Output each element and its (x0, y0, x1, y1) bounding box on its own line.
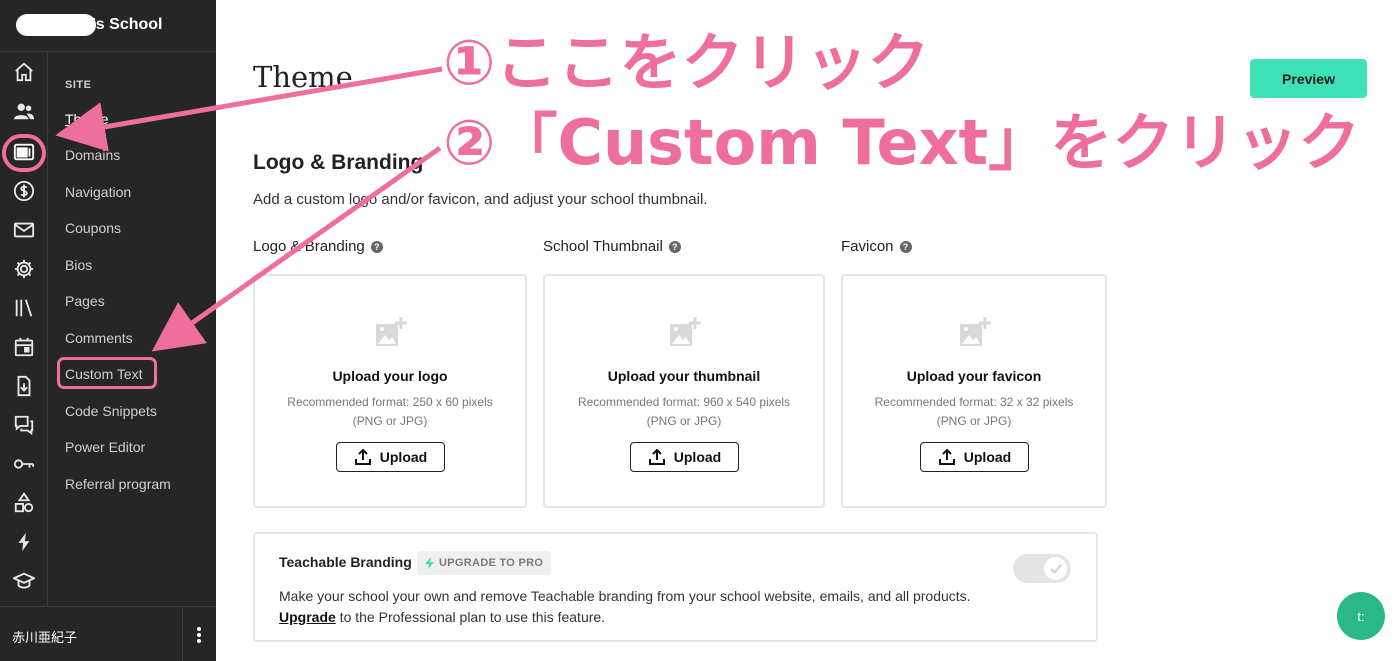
favicon-upload-card: Upload your favicon Recommended format: … (841, 274, 1107, 508)
thumbnail-format-line1: Recommended format: 960 x 540 pixels (577, 395, 791, 409)
teachable-branding-description: Make your school your own and remove Tea… (279, 588, 971, 604)
upgrade-note-text: to the Professional plan to use this fea… (335, 609, 606, 625)
download-icon[interactable] (12, 374, 36, 398)
lightning-icon[interactable] (12, 530, 36, 554)
school-name-redaction (16, 14, 96, 36)
mail-icon[interactable] (12, 218, 36, 242)
site-menu: SITE Theme Domains Navigation Coupons Bi… (48, 52, 216, 606)
logo-branding-label-text: Logo & Branding (253, 238, 365, 255)
graduation-cap-icon[interactable] (12, 569, 36, 593)
toggle-knob (1044, 557, 1067, 580)
thumbnail-upload-card: Upload your thumbnail Recommended format… (543, 274, 825, 508)
upgrade-note: Upgrade to the Professional plan to use … (279, 609, 605, 625)
favicon-card-format: Recommended format: 32 x 32 pixels (PNG o… (843, 393, 1105, 431)
app-root: 's School SITE Theme Domains Navigation … (0, 0, 1400, 661)
teachable-branding-toggle[interactable] (1013, 554, 1071, 583)
school-thumbnail-label-text: School Thumbnail (543, 238, 663, 255)
thumbnail-card-title: Upload your thumbnail (607, 368, 761, 384)
library-icon[interactable] (12, 296, 36, 320)
site-section-label: SITE (65, 79, 92, 91)
calendar-icon[interactable] (12, 335, 36, 359)
custom-text-highlight (57, 357, 157, 389)
annotation-step-1: ①ここをクリック (443, 26, 930, 99)
favicon-format-line2: (PNG or JPG) (936, 414, 1012, 428)
chat-launcher-button[interactable]: t: (1337, 592, 1385, 640)
school-name: 's School (92, 16, 163, 33)
upload-favicon-button[interactable]: Upload (920, 442, 1029, 472)
upgrade-to-pro-badge[interactable]: UPGRADE TO PRO (417, 551, 552, 575)
sidebar: 's School SITE Theme Domains Navigation … (0, 0, 216, 661)
upload-icon (938, 448, 955, 465)
add-image-icon (960, 317, 991, 346)
favicon-label: Favicon ? (841, 238, 912, 255)
thumbnail-format-line2: (PNG or JPG) (646, 414, 722, 428)
annotation-step-2: ②「Custom Text」をクリック (443, 106, 1361, 179)
menu-item-coupons[interactable]: Coupons (65, 220, 121, 236)
help-icon[interactable]: ? (899, 240, 912, 253)
logo-format-line2: (PNG or JPG) (352, 414, 428, 428)
help-icon[interactable]: ? (668, 240, 681, 253)
upgrade-to-pro-label: UPGRADE TO PRO (439, 557, 544, 569)
home-icon[interactable] (12, 60, 36, 84)
logo-section-description: Add a custom logo and/or favicon, and ad… (253, 191, 708, 208)
user-footer: 赤川亜紀子 (0, 606, 216, 661)
add-image-icon (376, 317, 407, 346)
dollar-icon[interactable] (12, 179, 36, 203)
menu-item-power-editor[interactable]: Power Editor (65, 439, 145, 455)
lightning-icon (425, 557, 434, 569)
upload-thumbnail-button[interactable]: Upload (630, 442, 739, 472)
menu-item-navigation[interactable]: Navigation (65, 184, 131, 200)
key-icon[interactable] (12, 452, 36, 476)
upgrade-link[interactable]: Upgrade (279, 609, 336, 625)
favicon-format-line1: Recommended format: 32 x 32 pixels (874, 395, 1074, 409)
school-thumbnail-label: School Thumbnail ? (543, 238, 681, 255)
school-header[interactable]: 's School (0, 0, 216, 52)
add-image-icon (670, 317, 701, 346)
upload-thumbnail-label: Upload (673, 449, 722, 465)
logo-upload-card: Upload your logo Recommended format: 250… (253, 274, 527, 508)
menu-item-pages[interactable]: Pages (65, 293, 105, 309)
preview-button[interactable]: Preview (1250, 59, 1367, 98)
more-options-icon[interactable] (190, 624, 208, 646)
logo-card-format: Recommended format: 250 x 60 pixels (PNG … (255, 393, 525, 431)
users-icon[interactable] (12, 99, 36, 123)
menu-item-comments[interactable]: Comments (65, 330, 133, 346)
comments-icon[interactable] (12, 413, 36, 437)
menu-item-domains[interactable]: Domains (65, 147, 120, 163)
logo-card-title: Upload your logo (332, 368, 448, 384)
logo-branding-label: Logo & Branding ? (253, 238, 383, 255)
site-icon-highlight (2, 134, 46, 172)
user-name[interactable]: 赤川亜紀子 (12, 627, 77, 646)
menu-item-bios[interactable]: Bios (65, 257, 92, 273)
menu-item-referral-program[interactable]: Referral program (65, 476, 171, 492)
upload-icon (648, 448, 665, 465)
page-title: Theme (253, 60, 353, 94)
shapes-icon[interactable] (12, 491, 36, 515)
favicon-label-text: Favicon (841, 238, 894, 255)
logo-section-title: Logo & Branding (253, 151, 424, 174)
footer-divider (182, 607, 183, 661)
upload-icon (354, 448, 371, 465)
menu-item-theme[interactable]: Theme (65, 111, 109, 127)
thumbnail-card-format: Recommended format: 960 x 540 pixels (PNG… (545, 393, 823, 431)
logo-format-line1: Recommended format: 250 x 60 pixels (287, 395, 493, 409)
help-icon[interactable]: ? (370, 240, 383, 253)
gear-icon[interactable] (12, 257, 36, 281)
teachable-branding-box: Teachable Branding UPGRADE TO PRO Make y… (253, 532, 1098, 642)
menu-item-code-snippets[interactable]: Code Snippets (65, 403, 157, 419)
teachable-branding-title: Teachable Branding (279, 554, 412, 570)
upload-logo-button[interactable]: Upload (336, 442, 445, 472)
favicon-card-title: Upload your favicon (906, 368, 1042, 384)
upload-favicon-label: Upload (963, 449, 1012, 465)
upload-logo-label: Upload (379, 449, 428, 465)
check-icon (1049, 563, 1062, 574)
